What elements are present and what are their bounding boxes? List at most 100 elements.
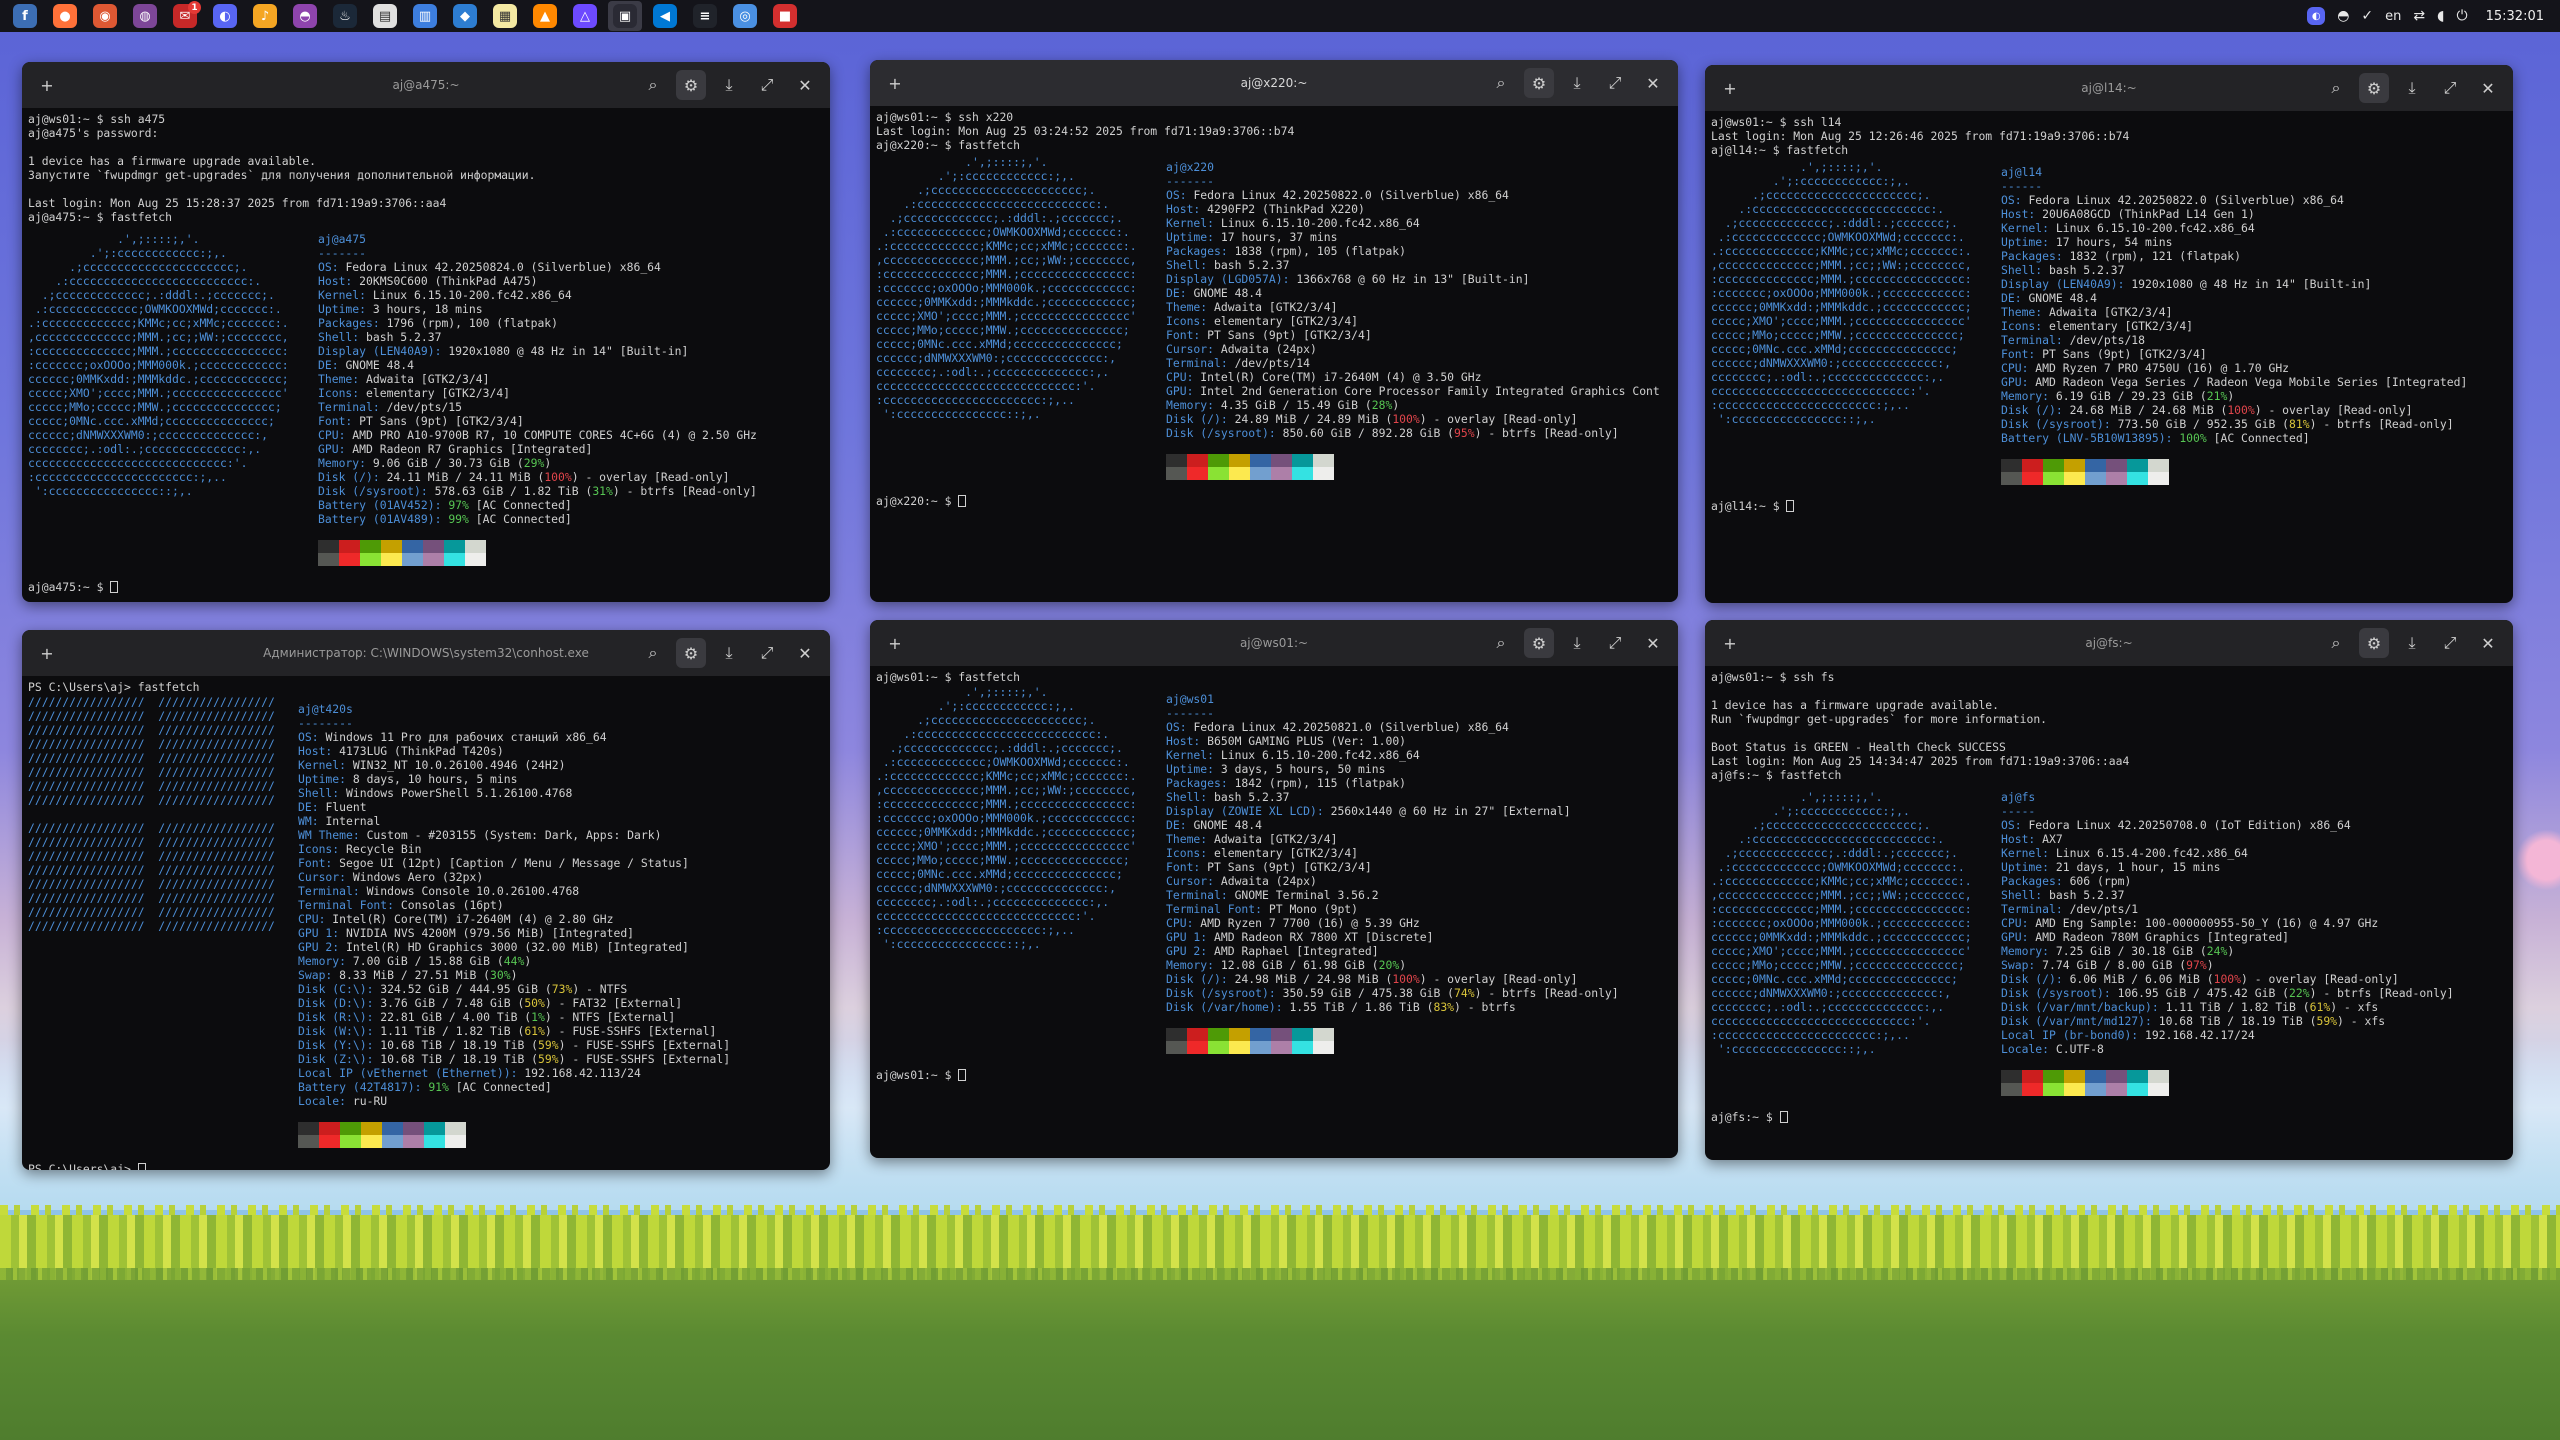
- taskbar-app-server[interactable]: ≡: [688, 1, 722, 31]
- search-icon[interactable]: ⌕: [2321, 628, 2351, 658]
- maximize-icon[interactable]: ⤢: [1600, 628, 1630, 658]
- terminal-window-fs[interactable]: + aj@fs:~ ⌕ ⚙ ⤓ ⤢ ✕ aj@ws01:~ $ ssh fs 1 device …: [1705, 620, 2513, 1160]
- close-icon[interactable]: ✕: [790, 638, 820, 668]
- terminal-output[interactable]: aj@ws01:~ $ ssh a475 aj@a475's password: 1…: [22, 108, 830, 594]
- search-icon[interactable]: ⌕: [638, 638, 668, 668]
- taskbar-app-camera[interactable]: ■: [768, 1, 802, 31]
- taskbar-app-duckduckgo[interactable]: ◉: [88, 1, 122, 31]
- taskbar-app-vlc[interactable]: ▲: [528, 1, 562, 31]
- close-icon[interactable]: ✕: [2473, 73, 2503, 103]
- download-icon[interactable]: ⤓: [2397, 73, 2427, 103]
- shell-prompt[interactable]: aj@x220:~ $: [876, 494, 967, 508]
- taskbar-app-tor-browser[interactable]: ◍: [128, 1, 162, 31]
- taskbar-app-chromium[interactable]: ◎: [728, 1, 762, 31]
- network-icon[interactable]: ⇄: [2413, 8, 2425, 24]
- headset-tray-icon[interactable]: ◓: [2337, 8, 2349, 24]
- window-titlebar[interactable]: + aj@fs:~ ⌕ ⚙ ⤓ ⤢ ✕: [1705, 620, 2513, 666]
- terminal-output[interactable]: aj@ws01:~ $ fastfetch .',;::::;,'. .';:c…: [870, 666, 1678, 1082]
- terminal-window-win[interactable]: + Администратор: C:\WINDOWS\system32\conh…: [22, 630, 830, 1170]
- new-tab-icon[interactable]: +: [32, 638, 62, 668]
- info-row: GPU: AMD Radeon Vega Series / Radeon Veg…: [2001, 375, 2467, 389]
- shell-prompt[interactable]: aj@fs:~ $: [1711, 1110, 1788, 1124]
- taskbar-app-notes[interactable]: ▦: [488, 1, 522, 31]
- download-icon[interactable]: ⤓: [1562, 628, 1592, 658]
- shell-prompt[interactable]: PS C:\Users\aj>: [28, 1162, 146, 1170]
- search-icon[interactable]: ⌕: [2321, 73, 2351, 103]
- settings-icon[interactable]: ⚙: [1524, 628, 1554, 658]
- taskbar-app-fedora[interactable]: f: [8, 1, 42, 31]
- settings-icon[interactable]: ⚙: [2359, 73, 2389, 103]
- maximize-icon[interactable]: ⤢: [1600, 68, 1630, 98]
- close-icon[interactable]: ✕: [2473, 628, 2503, 658]
- download-icon[interactable]: ⤓: [714, 70, 744, 100]
- close-icon[interactable]: ✕: [1638, 628, 1668, 658]
- taskbar-app-drop[interactable]: ◆: [448, 1, 482, 31]
- download-icon[interactable]: ⤓: [2397, 628, 2427, 658]
- taskbar-app-mail[interactable]: ✉ 1: [168, 1, 202, 31]
- power-icon[interactable]: ⏻: [2457, 8, 2468, 24]
- terminal-output[interactable]: PS C:\Users\aj> fastfetch///////////////…: [22, 676, 830, 1170]
- info-row: Display (LEN40A9): 1920x1080 @ 48 Hz in …: [2001, 277, 2467, 291]
- maximize-icon[interactable]: ⤢: [2435, 73, 2465, 103]
- new-tab-icon[interactable]: +: [880, 68, 910, 98]
- taskbar-app-steam[interactable]: ♨: [328, 1, 362, 31]
- taskbar-app-document[interactable]: ▥: [408, 1, 442, 31]
- info-row: Display (ZOWIE XL LCD): 2560x1440 @ 60 H…: [1166, 804, 1619, 818]
- taskbar-app-amberol[interactable]: ♪: [248, 1, 282, 31]
- check-tray-icon[interactable]: ✓: [2361, 8, 2373, 24]
- volume-icon[interactable]: ◖: [2437, 8, 2444, 24]
- close-icon[interactable]: ✕: [790, 70, 820, 100]
- taskbar-app-proton-vpn[interactable]: △: [568, 1, 602, 31]
- shell-prompt[interactable]: aj@l14:~ $: [1711, 499, 1795, 513]
- search-icon[interactable]: ⌕: [1486, 68, 1516, 98]
- taskbar-app-headset[interactable]: ◓: [288, 1, 322, 31]
- new-tab-icon[interactable]: +: [32, 70, 62, 100]
- close-icon[interactable]: ✕: [1638, 68, 1668, 98]
- shell-prompt[interactable]: aj@ws01:~ $: [876, 1068, 967, 1082]
- maximize-icon[interactable]: ⤢: [2435, 628, 2465, 658]
- taskbar-app-discord[interactable]: ◐: [208, 1, 242, 31]
- terminal-output[interactable]: aj@ws01:~ $ ssh x220 Last login: Mon Aug …: [870, 106, 1678, 508]
- terminal-window-x220[interactable]: + aj@x220:~ ⌕ ⚙ ⤓ ⤢ ✕ aj@ws01:~ $ ssh x220 Last …: [870, 60, 1678, 602]
- info-value: Consolas (16pt): [400, 898, 504, 912]
- taskbar-app-firefox[interactable]: ●: [48, 1, 82, 31]
- window-titlebar[interactable]: + aj@x220:~ ⌕ ⚙ ⤓ ⤢ ✕: [870, 60, 1678, 106]
- clock[interactable]: 15:32:01: [2486, 9, 2544, 24]
- language-indicator[interactable]: en: [2385, 9, 2401, 24]
- settings-icon[interactable]: ⚙: [676, 638, 706, 668]
- terminal-window-a475[interactable]: + aj@a475:~ ⌕ ⚙ ⤓ ⤢ ✕ aj@ws01:~ $ ssh a475 aj@a4…: [22, 62, 830, 602]
- settings-icon[interactable]: ⚙: [1524, 68, 1554, 98]
- search-icon[interactable]: ⌕: [638, 70, 668, 100]
- taskbar-app-terminal[interactable]: ▣: [608, 1, 642, 31]
- maximize-icon[interactable]: ⤢: [752, 70, 782, 100]
- output-line: 1 device has a firmware upgrade availabl…: [1711, 698, 2000, 712]
- new-tab-icon[interactable]: +: [880, 628, 910, 658]
- terminal-window-l14[interactable]: + aj@l14:~ ⌕ ⚙ ⤓ ⤢ ✕ aj@ws01:~ $ ssh l14 Last lo…: [1705, 65, 2513, 603]
- taskbar-app-vscode[interactable]: ◀: [648, 1, 682, 31]
- window-titlebar[interactable]: + aj@l14:~ ⌕ ⚙ ⤓ ⤢ ✕: [1705, 65, 2513, 111]
- download-icon[interactable]: ⤓: [1562, 68, 1592, 98]
- taskbar-app-files[interactable]: ▤: [368, 1, 402, 31]
- info-value: 91% [AC Connected]: [428, 1080, 552, 1094]
- new-tab-icon[interactable]: +: [1715, 73, 1745, 103]
- color-palette: [2001, 459, 2169, 485]
- settings-icon[interactable]: ⚙: [676, 70, 706, 100]
- terminal-output[interactable]: aj@ws01:~ $ ssh fs 1 device has a firmwar…: [1705, 666, 2513, 1124]
- shell-prompt[interactable]: aj@a475:~ $: [28, 580, 119, 594]
- discord-tray-icon[interactable]: ◐: [2307, 7, 2326, 25]
- maximize-icon[interactable]: ⤢: [752, 638, 782, 668]
- download-icon[interactable]: ⤓: [714, 638, 744, 668]
- info-value: Adwaita [GTK2/3/4]: [366, 372, 490, 386]
- terminal-window-ws01[interactable]: + aj@ws01:~ ⌕ ⚙ ⤓ ⤢ ✕ aj@ws01:~ $ fastfetch .',…: [870, 620, 1678, 1158]
- mail-icon: ✉ 1: [173, 1, 201, 28]
- search-icon[interactable]: ⌕: [1486, 628, 1516, 658]
- window-titlebar[interactable]: + aj@ws01:~ ⌕ ⚙ ⤓ ⤢ ✕: [870, 620, 1678, 666]
- window-titlebar[interactable]: + aj@a475:~ ⌕ ⚙ ⤓ ⤢ ✕: [22, 62, 830, 108]
- terminal-output[interactable]: aj@ws01:~ $ ssh l14 Last login: Mon Aug 2…: [1705, 111, 2513, 513]
- info-value: 578.63 GiB / 1.82 TiB (31%) - btrfs [Rea…: [434, 484, 757, 498]
- window-title: aj@a475:~: [392, 78, 460, 92]
- new-tab-icon[interactable]: +: [1715, 628, 1745, 658]
- info-row: aj@l14: [2001, 165, 2467, 179]
- settings-icon[interactable]: ⚙: [2359, 628, 2389, 658]
- window-titlebar[interactable]: + Администратор: C:\WINDOWS\system32\conh…: [22, 630, 830, 676]
